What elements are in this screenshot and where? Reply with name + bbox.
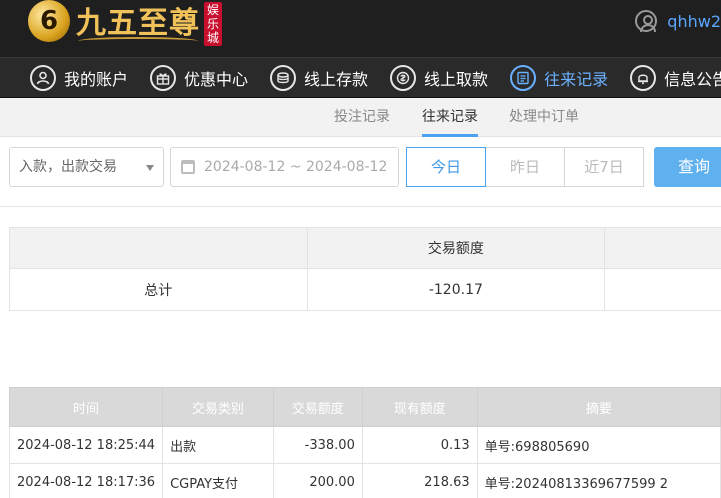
nav-label: 优惠中心	[184, 69, 249, 89]
summary-table: 交易额度 总计 -120.17	[9, 227, 721, 311]
today-button[interactable]: 今日	[406, 147, 486, 187]
cell-amount: -338.00	[272, 426, 363, 464]
tab-pending-orders[interactable]: 处理中订单	[509, 98, 579, 136]
cell-time: 2024-08-12 18:17:36	[8, 463, 164, 498]
account-avatar-icon	[635, 10, 658, 32]
logo-badge-icon: 6	[28, 0, 70, 42]
deposit-icon	[270, 64, 297, 91]
user-menu[interactable]: qhhw2	[635, 8, 721, 34]
seal-char: 娱	[206, 3, 219, 17]
nav-label: 信息公告	[664, 69, 721, 89]
logo-text: 九五至尊	[76, 6, 200, 41]
logo-seal: 娱 乐 城	[204, 2, 222, 46]
transaction-type-select[interactable]: 入款，出款交易	[9, 147, 164, 187]
summary-total-label: 总计	[9, 268, 308, 311]
nav-item-my-account[interactable]: 我的账户	[0, 58, 142, 97]
column-header-type: 交易类别	[162, 387, 274, 427]
yesterday-button[interactable]: 昨日	[485, 147, 565, 187]
search-button[interactable]: 查询	[654, 147, 721, 187]
nav-item-transaction-records[interactable]: 往来记录	[502, 58, 622, 97]
nav-item-announcements[interactable]: 信息公告	[622, 58, 721, 97]
bell-icon	[630, 64, 657, 91]
calendar-icon	[181, 160, 195, 174]
summary-total-value: -120.17	[306, 268, 606, 311]
seal-char: 乐	[206, 17, 219, 31]
summary-header-row: 交易额度	[9, 227, 721, 269]
column-header-amount: 交易额度	[272, 387, 363, 427]
summary-header-blank	[9, 227, 308, 269]
cell-type: 出款	[162, 426, 274, 464]
column-header-memo: 摘要	[476, 387, 721, 427]
cell-balance: 0.13	[361, 426, 478, 464]
date-range-picker[interactable]	[170, 147, 399, 187]
logo-flourish	[78, 37, 198, 45]
seal-char: 城	[206, 31, 219, 45]
sub-nav: 投注记录 往来记录 处理中订单	[0, 98, 721, 137]
table-row: 2024-08-12 18:25:44 出款 -338.00 0.13 单号:6…	[8, 426, 721, 464]
last-7-days-button[interactable]: 近7日	[564, 147, 644, 187]
records-table: 时间 交易类别 交易额度 现有额度 摘要 2024-08-12 18:25:44…	[8, 387, 721, 498]
records-header-row: 时间 交易类别 交易额度 现有额度 摘要	[8, 387, 721, 427]
nav-label: 往来记录	[544, 69, 609, 89]
tab-transaction-records[interactable]: 往来记录	[422, 98, 478, 137]
username-label[interactable]: qhhw2	[667, 12, 721, 31]
cell-time: 2024-08-12 18:25:44	[8, 426, 164, 464]
records-icon	[510, 64, 537, 91]
summary-header-blank	[604, 227, 721, 269]
nav-label: 线上存款	[304, 69, 369, 89]
cell-balance: 218.63	[361, 463, 478, 498]
cell-memo: 单号:20240813369677599 2	[476, 463, 721, 498]
cell-type: CGPAY支付	[162, 463, 274, 498]
nav-item-online-withdraw[interactable]: 线上取款	[382, 58, 502, 97]
user-icon	[30, 64, 56, 91]
gift-icon	[150, 64, 177, 91]
main-nav: 我的账户 优惠中心 线上存款 线上取款 往来记录 信息公告	[0, 57, 721, 98]
cell-amount: 200.00	[272, 463, 363, 498]
column-header-balance: 现有额度	[361, 387, 478, 427]
withdraw-icon	[390, 64, 417, 91]
nav-label: 我的账户	[64, 69, 129, 89]
date-range-input[interactable]	[204, 148, 398, 186]
nav-label: 线上取款	[424, 69, 489, 89]
table-row: 2024-08-12 18:17:36 CGPAY支付 200.00 218.6…	[8, 463, 721, 498]
tab-bet-records[interactable]: 投注记录	[334, 98, 390, 136]
top-bar: 6 九五至尊 娱 乐 城 qhhw2	[0, 0, 721, 57]
summary-header-amount: 交易额度	[306, 227, 606, 269]
cell-memo: 单号:698805690	[476, 426, 721, 464]
summary-total-extra	[604, 268, 721, 311]
chevron-down-icon	[146, 165, 154, 171]
nav-item-promotions[interactable]: 优惠中心	[142, 58, 262, 97]
select-value: 入款，出款交易	[19, 159, 117, 175]
nav-item-online-deposit[interactable]: 线上存款	[262, 58, 382, 97]
column-header-time: 时间	[8, 387, 164, 427]
filter-bar: 入款，出款交易 今日 昨日 近7日 查询	[0, 137, 721, 207]
summary-total-row: 总计 -120.17	[9, 268, 721, 311]
